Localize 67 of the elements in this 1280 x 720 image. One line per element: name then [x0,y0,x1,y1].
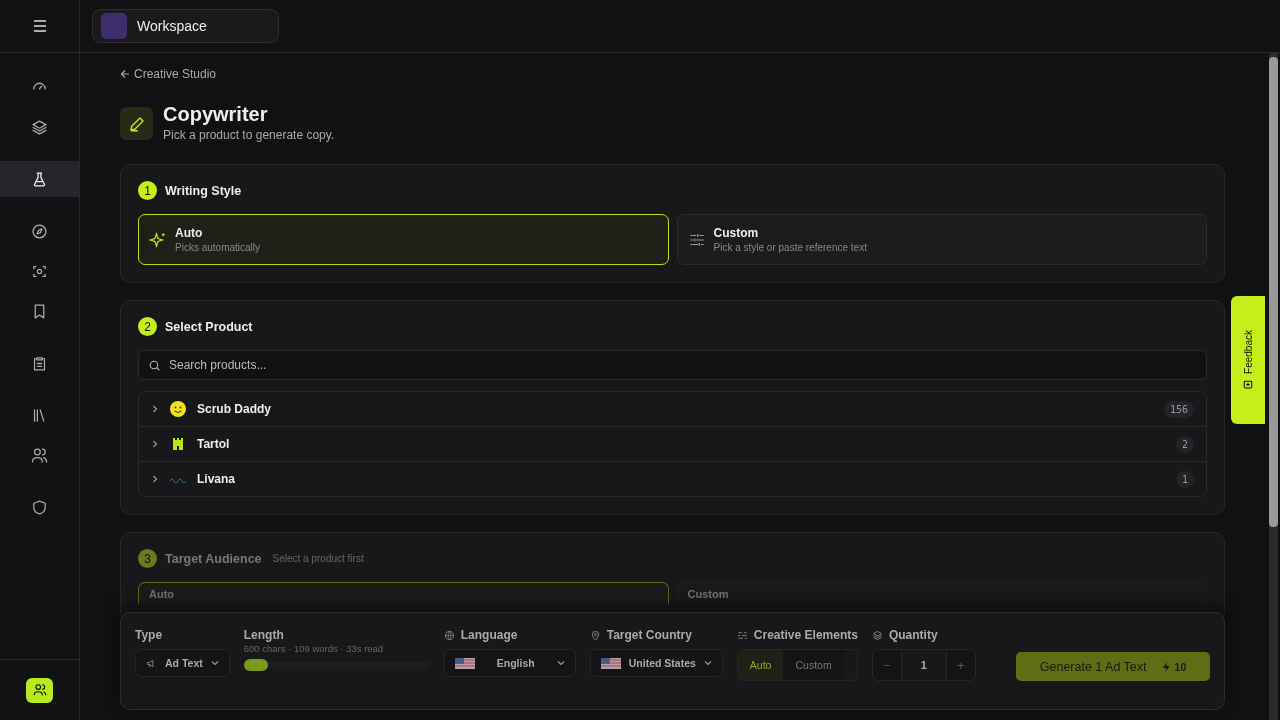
compass-icon [31,222,48,240]
users-icon [31,446,48,464]
sparkle-icon [149,230,167,249]
flag-icon [600,657,621,669]
section-hint: Select a product first [272,553,364,564]
flag-icon [454,657,475,669]
count-badge: 156 [1163,400,1194,418]
section-title: Select Product [165,319,253,334]
step-number: 3 [138,549,157,568]
product-name: Scrub Daddy [197,402,272,416]
feedback-tab[interactable]: Feedback [1231,296,1265,424]
product-name: Livana [197,472,236,486]
users-icon [32,683,47,697]
layers-icon [31,118,48,136]
type-dropdown[interactable]: Ad Text [135,649,230,677]
shield-icon [31,498,48,516]
step-number: 1 [138,181,157,200]
length-slider[interactable] [243,659,430,671]
caret-icon [703,659,712,667]
language-dropdown[interactable]: English [443,649,576,677]
feedback-icon [1243,379,1253,390]
length-reading: 600 chars · 109 words · 33s read [243,643,385,654]
globe-icon [443,629,455,641]
section-title: Writing Style [165,183,242,198]
megaphone-icon [146,657,157,669]
caret-icon [556,659,565,667]
team-button[interactable] [26,677,53,703]
country-dropdown[interactable]: United States [589,649,723,677]
bolt-icon [1160,660,1172,673]
segment-button[interactable]: Auto [737,650,784,680]
field-label: Length [243,627,285,643]
menu-icon[interactable] [32,20,47,32]
option-card[interactable]: Auto Picks automatically [138,214,669,265]
search-icon [148,359,161,372]
search-field[interactable]: Search products... [138,350,1207,380]
section-title: Target Audience [165,551,262,566]
field-label: Quantity [871,627,976,643]
scrollbar[interactable] [1269,53,1278,720]
field-label: Target Country [589,627,723,643]
flask-icon [31,170,48,188]
layers-icon [871,629,883,641]
workspace-logo [101,13,127,39]
page-title: Copywriter [163,103,269,126]
count-badge: 1 [1175,470,1194,488]
segment-button[interactable]: Custom [783,650,844,680]
field-label: Creative Elements [736,627,858,643]
smiley-icon [169,400,187,418]
product-row[interactable]: Scrub Daddy 156 [139,392,1206,426]
caret-icon [210,659,219,667]
count-badge: 2 [1175,435,1194,453]
field-label: Language [443,627,576,643]
clipboard-icon [31,354,48,372]
page-subtitle: Pick a product to generate copy. [163,128,335,142]
back-link[interactable]: Creative Studio [120,67,217,81]
product-name: Tartol [197,437,231,451]
quantity-value[interactable]: 1 [900,650,947,680]
product-row[interactable]: Livana 1 [139,461,1206,496]
workspace-switcher[interactable]: Workspace [92,9,279,43]
field-label: Type [135,627,164,643]
back-arrow-icon [120,69,130,79]
product-row[interactable]: Tartol 2 [139,426,1206,461]
pin-icon [589,629,601,641]
pen-icon [120,107,153,140]
option-card[interactable]: Custom Pick a style or paste reference text [676,214,1207,265]
sidebar-item[interactable] [0,161,79,197]
step-number: 2 [138,317,157,336]
sliders-icon [736,629,748,641]
